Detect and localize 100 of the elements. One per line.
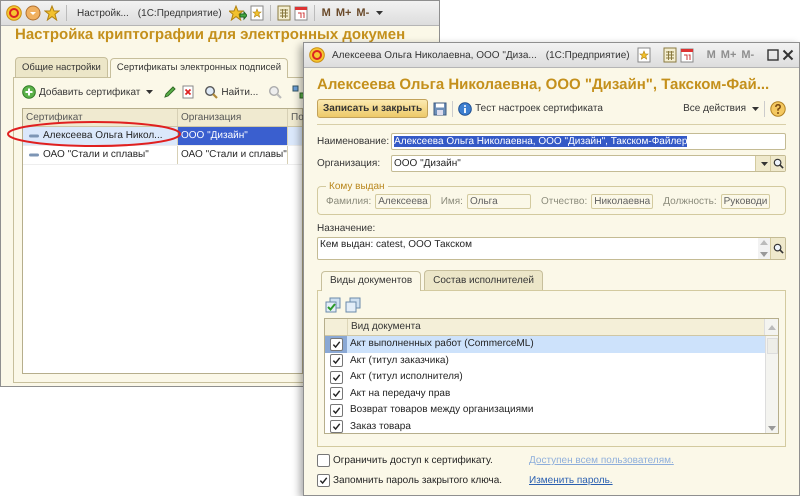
checkbox-label: Ограничить доступ к сертификату. bbox=[333, 455, 494, 466]
field-label: Имя: bbox=[440, 196, 463, 207]
dropdown-button[interactable] bbox=[755, 156, 770, 171]
form-heading: Алексеева Ольга Николаевна, ООО "Дизайн", Такском-Фай... bbox=[317, 75, 770, 95]
organization-field[interactable]: ООО "Дизайн" bbox=[391, 155, 786, 172]
cell-text: ОАО "Стали и сплавы" bbox=[43, 148, 149, 162]
field-value: Алексеева Ольга Николаевна, ООО "Дизайн", Такском-Файлер bbox=[394, 136, 688, 147]
checkbox[interactable] bbox=[317, 454, 330, 467]
search-button[interactable] bbox=[770, 156, 785, 171]
maximize-icon[interactable] bbox=[767, 49, 780, 61]
menu-icon[interactable] bbox=[25, 5, 41, 21]
info-icon bbox=[458, 102, 472, 116]
memory-button[interactable]: M- bbox=[355, 7, 370, 19]
table-row[interactable]: ОАО "Стали и сплавы" ОАО "Стали и сплавы" bbox=[23, 146, 302, 165]
checkbox[interactable] bbox=[330, 387, 342, 400]
field-label: Отчество: bbox=[540, 196, 588, 207]
close-icon[interactable] bbox=[782, 49, 794, 61]
table-row[interactable]: Акт на передачу прав bbox=[325, 386, 765, 402]
pencil-icon[interactable] bbox=[163, 85, 178, 99]
calendar-icon[interactable] bbox=[680, 47, 694, 63]
calculator-icon[interactable] bbox=[662, 47, 677, 63]
tab[interactable]: Состав исполнителей bbox=[424, 270, 544, 290]
checkbox[interactable] bbox=[317, 474, 330, 487]
plus-icon bbox=[22, 85, 36, 99]
table-row[interactable]: Алексеева Ольга Никол... ООО "Дизайн" bbox=[23, 127, 302, 146]
checkbox[interactable] bbox=[330, 370, 342, 384]
add-certificate-button[interactable]: Добавить сертификат bbox=[22, 85, 154, 99]
scrollbar-thumb[interactable] bbox=[766, 338, 778, 354]
certificate-icon bbox=[29, 134, 39, 138]
table-row[interactable]: Акт (титул заказчика) bbox=[325, 352, 765, 369]
delete-icon[interactable] bbox=[182, 85, 194, 99]
field-label: Наименование: bbox=[317, 136, 390, 147]
caret-icon bbox=[376, 11, 384, 15]
search-icon bbox=[772, 158, 784, 169]
search-button[interactable] bbox=[770, 238, 785, 259]
caret-icon bbox=[146, 90, 154, 94]
document-star-icon[interactable] bbox=[250, 5, 264, 21]
help-icon[interactable] bbox=[770, 100, 786, 116]
window-title: Алексеева Ольга Николаевна, ООО "Диза... bbox=[332, 50, 537, 60]
all-actions-button[interactable]: Все действия bbox=[683, 103, 759, 114]
field-label: Фамилия: bbox=[326, 196, 372, 207]
search-icon bbox=[204, 85, 218, 99]
cell-text: Алексеева Ольга Никол... bbox=[43, 129, 163, 143]
logo-icon bbox=[6, 5, 22, 21]
star-arrow-icon[interactable] bbox=[228, 5, 247, 21]
form-heading: Настройка криптографии для электронных докумен bbox=[14, 26, 406, 43]
table-cell-text: Заказ товара bbox=[349, 420, 411, 434]
scrollbar[interactable] bbox=[765, 336, 778, 433]
table-row[interactable]: Акт (титул исполнителя) bbox=[325, 369, 765, 386]
logo-icon bbox=[309, 47, 325, 63]
calculator-icon[interactable] bbox=[276, 5, 291, 21]
tab[interactable]: Общие настройки bbox=[15, 57, 108, 77]
table-cell-text: Возврат товаров между организациями bbox=[349, 403, 534, 417]
checkbox[interactable] bbox=[330, 338, 342, 351]
checkbox[interactable] bbox=[330, 420, 342, 434]
window-title: (1С:Предприятие) bbox=[546, 50, 630, 60]
caret-icon bbox=[761, 162, 768, 166]
table-cell-text: Акт (титул исполнителя) bbox=[349, 370, 463, 384]
star-icon[interactable] bbox=[44, 5, 60, 21]
cell-text: ОАО "Стали и сплавы" bbox=[181, 148, 287, 162]
scroll-down-icon[interactable] bbox=[760, 252, 768, 257]
search-icon bbox=[772, 243, 784, 254]
purpose-field[interactable]: Кем выдан: catest, ООО Такском bbox=[317, 237, 786, 260]
group-title: Кому выдан bbox=[328, 181, 386, 192]
table-cell-text: Акт на передачу прав bbox=[349, 386, 450, 400]
checkbox[interactable] bbox=[330, 404, 342, 417]
save-icon[interactable] bbox=[433, 102, 448, 116]
calendar-icon[interactable] bbox=[294, 5, 308, 21]
tab[interactable]: Сертификаты электронных подписей bbox=[110, 58, 288, 78]
certificate-icon bbox=[29, 153, 39, 157]
checkbox-label: Запомнить пароль закрытого ключа. bbox=[333, 475, 504, 486]
column-header[interactable]: Организация bbox=[178, 109, 288, 126]
cell-text: ООО "Дизайн" bbox=[181, 129, 248, 143]
save-and-close-button[interactable]: Записать и закрыть bbox=[317, 99, 428, 118]
test-settings-button[interactable]: Тест настроек сертификата bbox=[458, 102, 603, 116]
name-field[interactable]: Алексеева Ольга Николаевна, ООО "Дизайн", Такском-Файлер bbox=[391, 133, 786, 150]
document-star-icon[interactable] bbox=[636, 47, 651, 63]
field-label: Организация: bbox=[317, 158, 382, 169]
scroll-down-icon[interactable] bbox=[768, 426, 776, 431]
table-row[interactable]: Акт выполненных работ (CommerceML) bbox=[325, 336, 765, 352]
window-title: Настройк... bbox=[77, 8, 129, 18]
caret-icon bbox=[752, 106, 759, 110]
window-title: (1С:Предприятие) bbox=[138, 8, 222, 18]
scrollbar[interactable] bbox=[758, 238, 770, 259]
field-label: Должность: bbox=[663, 196, 717, 207]
tab[interactable]: Виды документов bbox=[321, 271, 422, 291]
field-value: Кем выдан: catest, ООО Такском bbox=[319, 238, 473, 252]
memory-button[interactable]: M+ bbox=[334, 7, 352, 19]
column-header[interactable]: Сертификат bbox=[23, 109, 178, 126]
uncheck-all-icon[interactable] bbox=[345, 297, 361, 313]
check-all-icon[interactable] bbox=[325, 297, 341, 313]
table-cell-text: Акт выполненных работ (CommerceML) bbox=[349, 337, 534, 351]
find-button[interactable]: Найти... bbox=[204, 85, 258, 99]
table-row[interactable]: Заказ товара bbox=[325, 418, 765, 435]
link[interactable]: Изменить пароль. bbox=[529, 475, 613, 486]
connection-icon[interactable] bbox=[292, 85, 303, 99]
table-row[interactable]: Возврат товаров между организациями bbox=[325, 402, 765, 418]
memory-button[interactable]: M bbox=[320, 7, 332, 19]
field-label: Назначение: bbox=[317, 223, 376, 234]
checkbox[interactable] bbox=[330, 354, 342, 368]
